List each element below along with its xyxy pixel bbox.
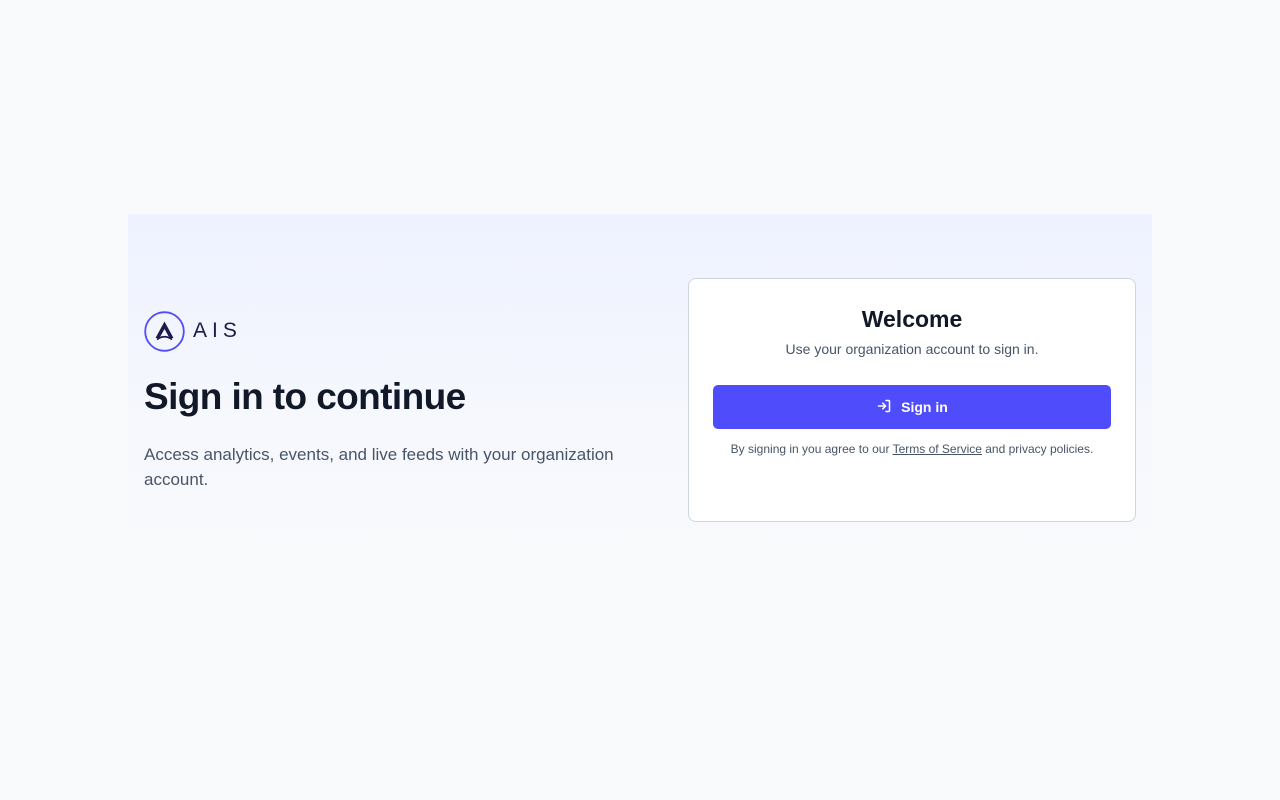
legal-notice: By signing in you agree to our Terms of … (729, 441, 1095, 457)
signin-button[interactable]: Sign in (713, 385, 1111, 429)
brand: AIS (144, 310, 644, 352)
sign-in-icon (876, 398, 901, 417)
page-title: Sign in to continue (144, 376, 466, 417)
signin-card: Welcome Use your organization account to… (688, 278, 1136, 522)
signin-button-label: Sign in (901, 399, 948, 415)
page-description: Access analytics, events, and live feeds… (144, 445, 614, 489)
legal-suffix: and privacy policies. (981, 442, 1094, 456)
brand-name: AIS (193, 319, 242, 342)
legal-prefix: By signing in you agree to our (730, 442, 893, 456)
ais-logo-icon (144, 310, 185, 352)
terms-of-service-link[interactable]: Terms of Service (893, 442, 982, 456)
card-subtitle: Use your organization account to sign in… (785, 341, 1039, 357)
intro-section: AIS Sign in to continue Access analytics… (144, 310, 644, 492)
card-title: Welcome (861, 306, 963, 332)
hero-panel: AIS Sign in to continue Access analytics… (128, 214, 1152, 576)
